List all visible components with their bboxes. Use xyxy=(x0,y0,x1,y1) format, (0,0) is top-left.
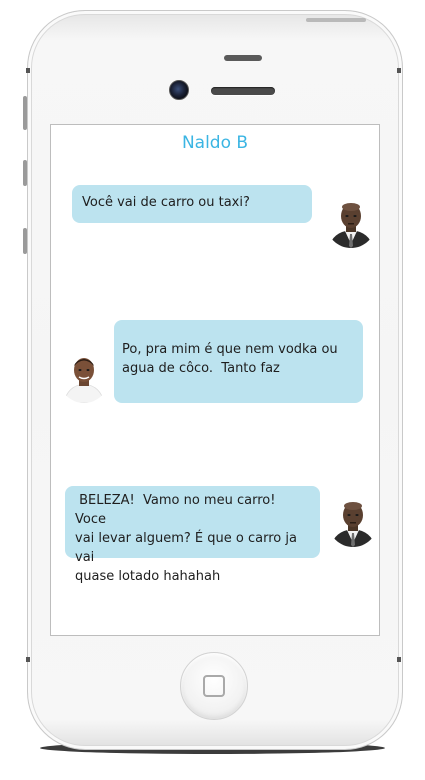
volume-down-button xyxy=(23,228,27,254)
volume-up-button xyxy=(23,160,27,186)
home-button[interactable] xyxy=(180,652,248,720)
person-icon xyxy=(328,497,378,547)
mute-switch xyxy=(23,96,27,130)
front-camera xyxy=(169,80,189,100)
phone-screen: Naldo B Você vai de carro ou taxi? Po, p… xyxy=(50,124,380,636)
person-icon xyxy=(59,353,109,403)
message-bubble-incoming: Você vai de carro ou taxi? xyxy=(72,185,312,223)
person-icon xyxy=(326,198,376,248)
avatar-naldo xyxy=(326,198,376,248)
proximity-sensor xyxy=(224,55,262,61)
antenna-band xyxy=(397,68,401,73)
antenna-band xyxy=(26,657,30,662)
avatar-naldo xyxy=(328,497,378,547)
mockup-stage: Naldo B Você vai de carro ou taxi? Po, p… xyxy=(0,0,425,780)
power-button xyxy=(306,18,366,22)
contact-name: Naldo B xyxy=(181,133,249,153)
message-bubble-outgoing: Po, pra mim é que nem vodka ou agua de c… xyxy=(114,320,363,403)
message-bubble-incoming: BELEZA! Vamo no meu carro! Voce vai leva… xyxy=(65,486,320,584)
antenna-band xyxy=(26,68,30,73)
antenna-band xyxy=(397,657,401,662)
home-square-icon xyxy=(203,675,225,697)
avatar-friend xyxy=(59,353,109,403)
earpiece-speaker xyxy=(211,87,275,95)
